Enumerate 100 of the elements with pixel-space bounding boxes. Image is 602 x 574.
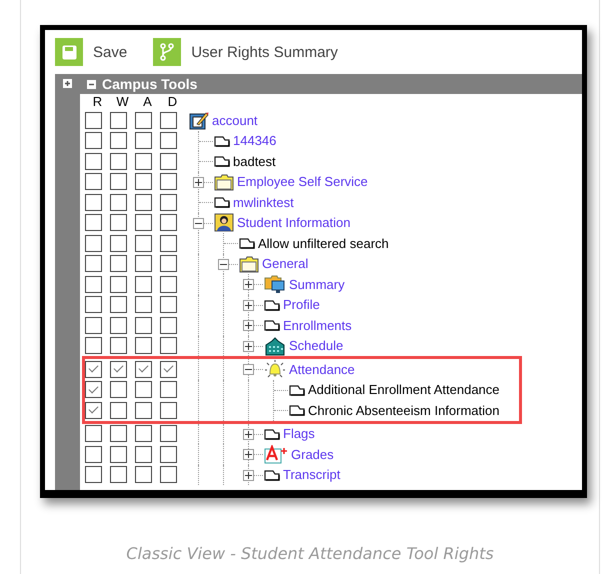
permission-checkbox[interactable] — [85, 446, 102, 463]
permission-checkbox[interactable] — [135, 234, 152, 252]
save-button[interactable]: Save — [55, 38, 128, 66]
permission-checkbox[interactable] — [85, 425, 102, 442]
permission-checkbox[interactable] — [135, 112, 152, 129]
permission-checkbox[interactable] — [135, 276, 152, 293]
permission-checkbox[interactable] — [110, 194, 127, 211]
tool-link[interactable]: Schedule — [289, 338, 344, 354]
permission-checkbox[interactable] — [160, 337, 177, 354]
permission-checkbox[interactable] — [135, 425, 152, 442]
tool-link[interactable]: Profile — [283, 297, 320, 312]
permission-checkbox[interactable] — [160, 214, 177, 232]
permission-checkbox[interactable] — [135, 173, 152, 190]
expand-icon[interactable] — [63, 79, 72, 88]
tool-link[interactable]: Grades — [291, 446, 334, 462]
permission-checkbox[interactable] — [160, 234, 177, 252]
tool-link[interactable]: Summary — [289, 276, 345, 292]
permission-checkbox[interactable] — [110, 132, 127, 150]
expand-toggle[interactable] — [243, 279, 254, 290]
collapse-toggle[interactable] — [218, 258, 229, 270]
permission-checkbox[interactable] — [135, 255, 152, 272]
collapse-toggle[interactable] — [193, 218, 204, 228]
tool-link[interactable]: Enrollments — [283, 318, 352, 333]
permission-checkbox[interactable] — [160, 402, 177, 419]
permission-checkbox[interactable] — [135, 360, 152, 378]
permission-checkbox[interactable] — [135, 402, 152, 419]
permission-checkbox[interactable] — [160, 255, 177, 272]
tool-link[interactable]: General — [262, 256, 308, 272]
expand-toggle[interactable] — [243, 300, 254, 310]
permission-checkbox[interactable] — [85, 132, 102, 150]
permission-checkbox[interactable] — [85, 360, 102, 378]
permission-checkbox[interactable] — [135, 152, 152, 170]
permission-checkbox[interactable] — [135, 381, 152, 398]
tool-link[interactable]: Attendance — [289, 362, 355, 377]
tool-link[interactable]: Employee Self Service — [237, 174, 368, 190]
permission-checkbox[interactable] — [160, 360, 177, 378]
permission-checkbox[interactable] — [135, 446, 152, 463]
permission-checkbox[interactable] — [85, 194, 102, 211]
expand-toggle[interactable] — [243, 449, 254, 460]
permission-checkbox[interactable] — [110, 402, 127, 419]
permission-checkbox[interactable] — [85, 152, 102, 170]
permission-checkbox[interactable] — [85, 402, 102, 419]
tool-link[interactable]: Transcript — [283, 467, 340, 482]
permission-checkbox[interactable] — [135, 316, 152, 334]
permission-checkbox[interactable] — [160, 132, 177, 150]
permission-checkbox[interactable] — [110, 425, 127, 442]
permission-checkbox[interactable] — [85, 296, 102, 314]
permission-checkbox[interactable] — [85, 234, 102, 252]
tool-link[interactable]: 144346 — [233, 133, 276, 148]
permission-checkbox[interactable] — [110, 173, 127, 190]
permission-checkbox[interactable] — [110, 112, 127, 129]
permission-checkbox[interactable] — [110, 234, 127, 252]
permission-checkbox[interactable] — [85, 381, 102, 398]
permission-checkbox[interactable] — [160, 316, 177, 334]
permission-checkbox[interactable] — [160, 381, 177, 398]
permission-checkbox[interactable] — [135, 337, 152, 354]
permission-checkbox[interactable] — [160, 112, 177, 129]
permission-checkbox[interactable] — [135, 466, 152, 484]
expand-toggle[interactable] — [243, 470, 254, 480]
permission-checkbox[interactable] — [160, 276, 177, 293]
permission-checkbox[interactable] — [85, 337, 102, 354]
tool-link[interactable]: Student Information — [237, 215, 350, 230]
tool-link[interactable]: account — [212, 112, 258, 128]
permission-checkbox[interactable] — [135, 194, 152, 211]
permission-checkbox[interactable] — [85, 214, 102, 232]
tool-link[interactable]: Flags — [283, 426, 315, 442]
permission-checkbox[interactable] — [110, 276, 127, 293]
collapse-toggle[interactable] — [243, 364, 254, 375]
expand-toggle[interactable] — [193, 176, 204, 188]
permission-checkbox[interactable] — [110, 255, 127, 272]
tool-link[interactable]: mwlinktest — [233, 194, 294, 210]
permission-checkbox[interactable] — [160, 296, 177, 314]
permission-checkbox[interactable] — [85, 173, 102, 190]
permission-checkbox[interactable] — [135, 296, 152, 314]
permission-checkbox[interactable] — [160, 194, 177, 211]
permission-checkbox[interactable] — [110, 316, 127, 334]
permission-checkbox[interactable] — [160, 152, 177, 170]
expand-toggle[interactable] — [243, 428, 254, 440]
permission-checkbox[interactable] — [110, 337, 127, 354]
collapse-icon[interactable] — [87, 80, 96, 88]
permission-checkbox[interactable] — [160, 466, 177, 484]
permission-checkbox[interactable] — [85, 255, 102, 272]
permission-checkbox[interactable] — [110, 296, 127, 314]
permission-checkbox[interactable] — [160, 425, 177, 442]
permission-checkbox[interactable] — [85, 276, 102, 293]
permission-checkbox[interactable] — [110, 466, 127, 484]
permission-checkbox[interactable] — [85, 316, 102, 334]
permission-checkbox[interactable] — [85, 466, 102, 484]
permission-checkbox[interactable] — [135, 214, 152, 232]
permission-checkbox[interactable] — [160, 446, 177, 463]
permission-checkbox[interactable] — [135, 132, 152, 150]
expand-toggle[interactable] — [243, 320, 254, 331]
permission-checkbox[interactable] — [160, 173, 177, 190]
permission-checkbox[interactable] — [110, 360, 127, 378]
permission-checkbox[interactable] — [110, 381, 127, 398]
permission-checkbox[interactable] — [110, 152, 127, 170]
summary-button[interactable]: User Rights Summary — [153, 38, 338, 66]
permission-checkbox[interactable] — [110, 214, 127, 232]
permission-checkbox[interactable] — [110, 446, 127, 463]
permission-checkbox[interactable] — [85, 112, 102, 129]
